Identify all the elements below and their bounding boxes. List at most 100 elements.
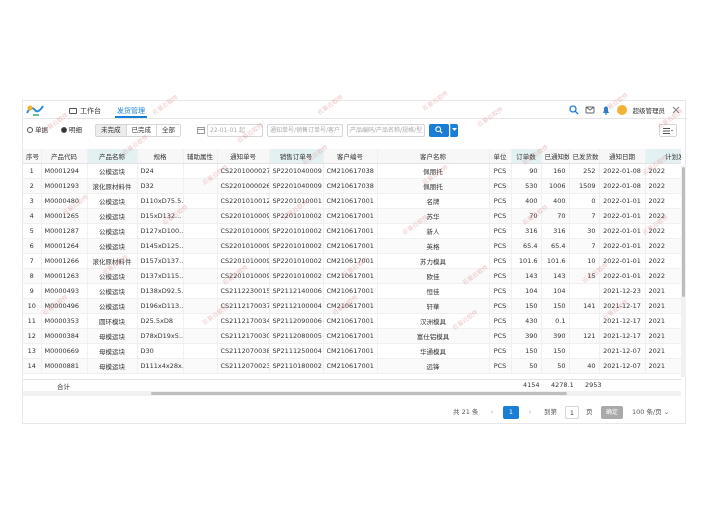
table-row[interactable]: 4 M0001265 公模运块 D15xD132... CS2201010009 SP22… bbox=[23, 208, 681, 224]
current-page-button[interactable]: 1 bbox=[503, 406, 519, 419]
table-cell: 2021-12-07 bbox=[599, 343, 646, 359]
bell-icon[interactable] bbox=[601, 105, 611, 115]
table-cell: 316 bbox=[511, 223, 542, 239]
table-cell: D78xD19x5... bbox=[137, 328, 184, 344]
search-dropdown-button[interactable] bbox=[450, 124, 458, 137]
search-button[interactable] bbox=[429, 124, 449, 137]
vertical-scrollbar-thumb[interactable] bbox=[682, 167, 685, 297]
table-row[interactable]: 14M0000881母模运块D111x4x28x... CS2112070023S… bbox=[23, 358, 681, 374]
table-cell: 530 bbox=[511, 178, 542, 194]
table-row[interactable]: 13 M0000669 母模运块 D30 CS2112070038 SP211125000… bbox=[23, 343, 681, 359]
mode-radio-document[interactable]: 单据 bbox=[27, 124, 48, 137]
date-input[interactable]: 22-01-01 起 bbox=[207, 124, 263, 137]
table-cell: CS2112070023 bbox=[217, 358, 270, 374]
table-cell: PCS bbox=[489, 238, 512, 254]
avatar[interactable] bbox=[616, 105, 627, 115]
table-cell: M0001263 bbox=[41, 268, 88, 284]
table-cell: 母模运块 bbox=[87, 328, 138, 344]
product-search-input[interactable]: 产品编码/产品名称/规格/型 bbox=[347, 124, 425, 137]
table-cell: D110xD75.5... bbox=[137, 193, 184, 209]
table-cell: M0001287 bbox=[41, 223, 88, 239]
column-header[interactable]: 规格 bbox=[137, 149, 184, 164]
message-icon[interactable] bbox=[585, 105, 595, 115]
table-cell: 3 bbox=[23, 193, 42, 209]
status-segmented-control: 未完成 已完成 全部 bbox=[95, 124, 181, 137]
calendar-icon[interactable] bbox=[197, 126, 205, 134]
column-header[interactable]: 已通知数 bbox=[541, 149, 570, 164]
column-header[interactable]: 序号 bbox=[23, 149, 42, 164]
table-row[interactable]: 3 M0000480 公模运块 D110xD75.5... CS2201010012 SP… bbox=[23, 193, 681, 209]
table-cell: SP2112140006 bbox=[269, 283, 324, 299]
table-cell: 2021-12-07 bbox=[599, 358, 646, 374]
column-header[interactable]: 通知单号 bbox=[217, 149, 270, 164]
column-header[interactable]: 单位 bbox=[489, 149, 512, 164]
column-header[interactable]: 销售订单号 bbox=[269, 149, 324, 164]
mode-radio-detail[interactable]: 明细 bbox=[61, 124, 82, 137]
status-unfinished[interactable]: 未完成 bbox=[96, 125, 127, 136]
chevron-down-icon: ⌄ bbox=[663, 408, 670, 416]
table-cell: 母模运块 bbox=[87, 343, 138, 359]
status-all[interactable]: 全部 bbox=[157, 125, 180, 136]
table-cell: CS2201000027 bbox=[217, 163, 270, 179]
column-header[interactable]: 通知日期 bbox=[599, 149, 646, 164]
table-cell: CM210617001 bbox=[323, 298, 378, 314]
table-cell: CS2201010009 bbox=[217, 268, 270, 284]
table-cell: M0001264 bbox=[41, 238, 88, 254]
table-row[interactable]: 5 M0001287 公模运块 D127xD100... CS2201010009 SP2… bbox=[23, 223, 681, 239]
vertical-scrollbar[interactable] bbox=[681, 165, 686, 377]
close-icon[interactable] bbox=[671, 105, 681, 115]
column-header[interactable]: 订单数 bbox=[511, 149, 542, 164]
order-search-input[interactable]: 通知单号/销售订单号/客户 bbox=[267, 124, 343, 137]
table-cell: 150 bbox=[511, 343, 542, 359]
column-header[interactable]: 产品名称 bbox=[87, 149, 138, 164]
table-row[interactable]: 1 M0001294 公模运块 D24 CS2201000027 SP2201040009… bbox=[23, 163, 681, 179]
tab-shipping-management[interactable]: 发货管理 bbox=[115, 104, 147, 118]
tab-workbench[interactable]: 工作台 bbox=[69, 104, 101, 118]
table-row[interactable]: 8 M0001263 公模运块 D137xD115... CS2201010009 SP2… bbox=[23, 268, 681, 284]
table-cell: 160 bbox=[541, 163, 570, 179]
goto-page-input[interactable]: 1 bbox=[565, 406, 579, 419]
table-cell: 公模运块 bbox=[87, 193, 138, 209]
next-page-button[interactable]: › bbox=[523, 406, 537, 419]
table-cell: SP2201040009 bbox=[269, 178, 324, 194]
table-cell bbox=[183, 238, 218, 254]
table-cell: 远锋 bbox=[377, 358, 490, 374]
column-header[interactable]: 辅助属性 bbox=[183, 149, 218, 164]
table-cell: M0000493 bbox=[41, 283, 88, 299]
table-cell: 143 bbox=[541, 268, 570, 284]
table-row[interactable]: 10 M0000496 公模运块 D196xD113... CS2112170037 SP… bbox=[23, 298, 681, 314]
table-row[interactable]: 2 M0001293 滚化原材料件 D32 CS2201000026 SP22010400… bbox=[23, 178, 681, 194]
page-size-select[interactable]: 100 条/页 ⌄ bbox=[629, 406, 681, 419]
column-header[interactable]: 客户名称 bbox=[377, 149, 490, 164]
table-cell: 65.4 bbox=[541, 238, 570, 254]
status-finished[interactable]: 已完成 bbox=[126, 125, 157, 136]
pagination: 共 21 条 ‹ 1 › 到第 1 页 确定 100 条/页 ⌄ bbox=[23, 401, 687, 423]
chevron-down-icon bbox=[452, 128, 457, 131]
table-cell: SP2111250004 bbox=[269, 343, 324, 359]
column-header[interactable]: 已发货数 bbox=[569, 149, 600, 164]
goto-confirm-button[interactable]: 确定 bbox=[601, 406, 623, 419]
table-cell: 圆环模块 bbox=[87, 313, 138, 329]
table-cell: 母模运块 bbox=[87, 358, 138, 374]
table-cell: 10 bbox=[23, 298, 42, 314]
page-unit-label: 页 bbox=[586, 408, 593, 416]
horizontal-scrollbar[interactable] bbox=[23, 391, 681, 396]
table-cell: 70 bbox=[511, 208, 542, 224]
horizontal-scrollbar-thumb[interactable] bbox=[151, 392, 567, 395]
table-cell: M0001265 bbox=[41, 208, 88, 224]
column-header[interactable]: 计划发货 bbox=[645, 149, 681, 164]
table-row[interactable]: 12 M0000384 母模运块 D78xD19x5... CS2112170030 SP… bbox=[23, 328, 681, 344]
search-icon[interactable] bbox=[568, 105, 579, 115]
table-cell: 316 bbox=[541, 223, 570, 239]
column-header[interactable]: 产品代码 bbox=[41, 149, 88, 164]
column-menu-button[interactable] bbox=[659, 124, 677, 137]
table-row[interactable]: 9 M0000493 公模运块 D138xD92.5... CS2112230015 SP… bbox=[23, 283, 681, 299]
table-row[interactable]: 11 M0000353 圆环模块 D25.5xD8 CS2112170034 SP2112… bbox=[23, 313, 681, 329]
user-name[interactable]: 超级管理员 bbox=[633, 105, 666, 115]
table-cell: CM210617038 bbox=[323, 178, 378, 194]
column-header[interactable]: 客户编号 bbox=[323, 149, 378, 164]
table-row[interactable]: 6 M0001264 公模运块 D145xD125... CS2201010009 SP2… bbox=[23, 238, 681, 254]
monitor-icon bbox=[69, 108, 77, 114]
table-row[interactable]: 7 M0001266 滚化原材料件 D157xD137... CS2201010009 S… bbox=[23, 253, 681, 269]
prev-page-button[interactable]: ‹ bbox=[485, 406, 499, 419]
